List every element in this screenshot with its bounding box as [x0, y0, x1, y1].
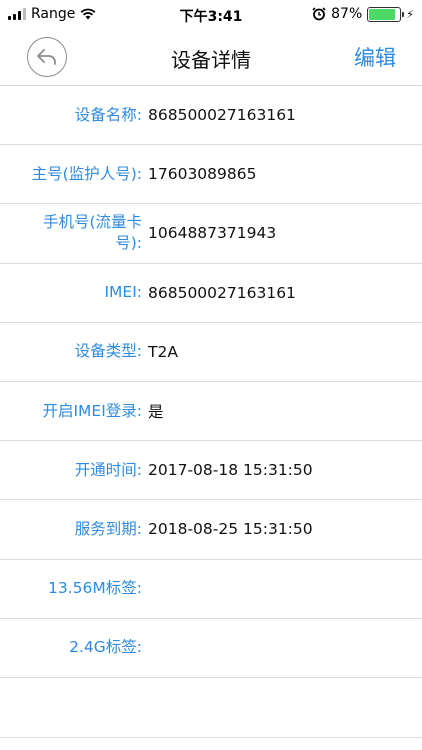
row-device-name: 设备名称: 868500027163161: [0, 86, 422, 146]
service-expiry-value: 2018-08-25 15:31:50: [148, 520, 313, 539]
1356m-tag-label: 13.56M标签:: [48, 579, 142, 598]
row-24g-tag: 2.4G标签:: [0, 619, 422, 678]
battery-percent: 87%: [331, 6, 363, 22]
row-phone-number: 手机号(流量卡号): 1064887371943: [0, 204, 422, 264]
row-activation-time: 开通时间: 2017-08-18 15:31:50: [0, 441, 422, 501]
row-1356m-tag: 13.56M标签:: [0, 560, 422, 619]
device-detail-list: 设备名称: 868500027163161 主号(监护人号): 17603089…: [0, 86, 422, 738]
row-service-expiry: 服务到期: 2018-08-25 15:31:50: [0, 500, 422, 560]
empty-row: [0, 678, 422, 738]
battery-icon: [367, 6, 405, 22]
row-device-type: 设备类型: T2A: [0, 323, 422, 382]
row-main-number: 主号(监护人号): 17603089865: [0, 145, 422, 205]
main-number-value: 17603089865: [148, 165, 257, 184]
status-right: 87% ⚡: [312, 6, 414, 22]
24g-tag-label: 2.4G标签:: [69, 638, 142, 657]
nav-bar: 设备详情 编辑: [0, 30, 422, 86]
service-expiry-label: 服务到期:: [74, 519, 142, 538]
phone-number-value: 1064887371943: [148, 224, 277, 243]
imei-label: IMEI:: [104, 283, 142, 302]
imei-value: 868500027163161: [148, 283, 296, 302]
activation-time-value: 2017-08-18 15:31:50: [148, 461, 313, 480]
alarm-clock-icon: [312, 7, 326, 21]
device-type-value: T2A: [148, 342, 178, 361]
charging-bolt-icon: ⚡: [406, 7, 414, 21]
row-imei: IMEI: 868500027163161: [0, 264, 422, 323]
imei-login-label: 开启IMEI登录:: [42, 401, 142, 420]
imei-login-value: 是: [148, 403, 164, 422]
edit-button[interactable]: 编辑: [354, 42, 396, 72]
battery-level-fill: [369, 8, 396, 20]
main-number-label: 主号(监护人号):: [31, 164, 142, 183]
device-name-label: 设备名称:: [74, 105, 142, 124]
device-name-value: 868500027163161: [148, 106, 296, 125]
phone-number-label: 手机号(流量卡号):: [42, 213, 142, 253]
device-type-label: 设备类型:: [74, 342, 142, 361]
activation-time-label: 开通时间:: [74, 460, 142, 479]
row-imei-login: 开启IMEI登录: 是: [0, 382, 422, 442]
status-bar: Range 下午3:41 87% ⚡: [0, 0, 422, 30]
